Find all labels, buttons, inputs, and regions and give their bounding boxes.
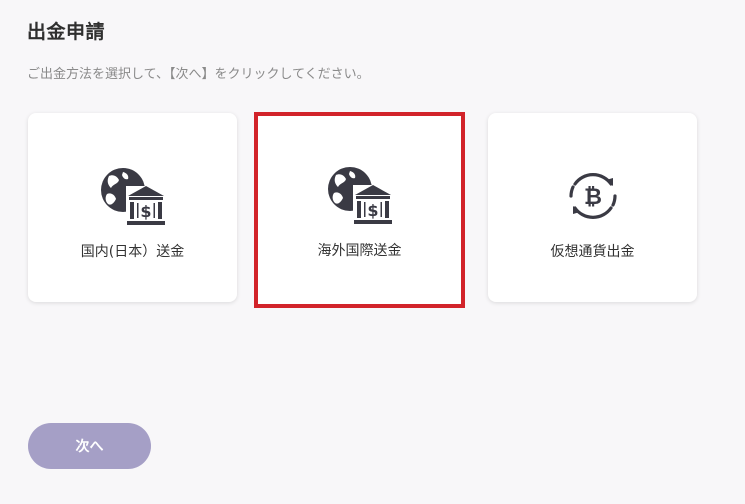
globe-bank-icon: $ [28, 165, 237, 227]
svg-text:₿: ₿ [584, 185, 602, 210]
next-button[interactable]: 次へ [28, 423, 151, 469]
bitcoin-cycle-icon: ₿ [488, 165, 697, 227]
option-label: 仮想通貨出金 [550, 244, 635, 260]
globe-bank-icon: $ [258, 164, 461, 226]
option-card-crypto-withdrawal[interactable]: ₿ 仮想通貨出金 [488, 113, 697, 302]
option-label: 海外国際送金 [317, 243, 402, 259]
svg-text:$: $ [367, 201, 378, 220]
option-label: 国内(日本）送金 [80, 244, 185, 260]
svg-text:$: $ [140, 202, 151, 221]
option-card-international-transfer[interactable]: $ 海外国際送金 [254, 112, 465, 308]
option-card-domestic-transfer[interactable]: $ 国内(日本）送金 [28, 113, 237, 302]
page-title: 出金申請 [27, 21, 106, 43]
instruction-text: ご出金方法を選択して、【次へ】をクリックしてください。 [27, 67, 370, 82]
